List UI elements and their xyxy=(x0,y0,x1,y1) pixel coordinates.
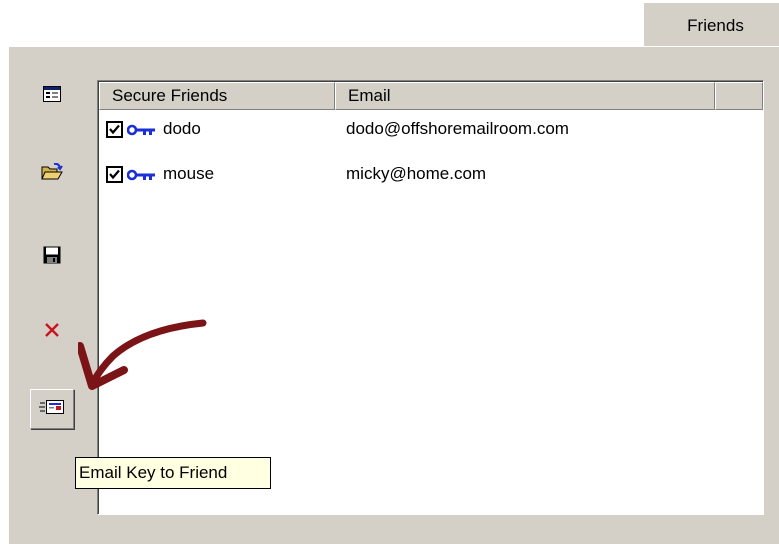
delete-icon xyxy=(44,322,60,343)
column-header-secure-friends[interactable]: Secure Friends xyxy=(99,82,335,110)
tab-label: Friends xyxy=(687,15,744,35)
friend-name: dodo xyxy=(163,119,201,138)
properties-button[interactable] xyxy=(30,76,74,116)
open-folder-icon xyxy=(41,162,63,186)
email-key-button[interactable] xyxy=(30,389,74,429)
tooltip-text: Email Key to Friend xyxy=(79,463,228,482)
friend-email: dodo@offshoremailroom.com xyxy=(346,119,569,138)
save-button[interactable] xyxy=(30,237,74,277)
email-key-icon xyxy=(39,398,65,421)
delete-button[interactable] xyxy=(30,312,74,352)
row-checkbox[interactable] xyxy=(106,120,123,138)
friend-email: micky@home.com xyxy=(346,164,487,183)
list-item[interactable]: mouse micky@home.com xyxy=(106,160,486,188)
list-item[interactable]: dodo dodo@offshoremailroom.com xyxy=(106,115,569,143)
properties-icon xyxy=(43,85,61,107)
key-icon xyxy=(126,167,157,181)
key-icon xyxy=(126,122,157,136)
open-button[interactable] xyxy=(30,154,74,194)
tooltip: Email Key to Friend xyxy=(75,457,271,489)
list-header: Secure Friends Email xyxy=(99,82,763,110)
friends-list[interactable]: Secure Friends Email dodo dodo@offshorem… xyxy=(97,80,764,515)
row-checkbox[interactable] xyxy=(106,165,123,183)
tab-friends[interactable]: Friends xyxy=(643,2,779,48)
friend-name: mouse xyxy=(163,164,215,183)
column-header-email[interactable]: Email xyxy=(335,82,715,110)
annotation-arrow xyxy=(78,319,207,390)
save-icon xyxy=(43,246,61,269)
column-header-filler xyxy=(715,82,763,110)
